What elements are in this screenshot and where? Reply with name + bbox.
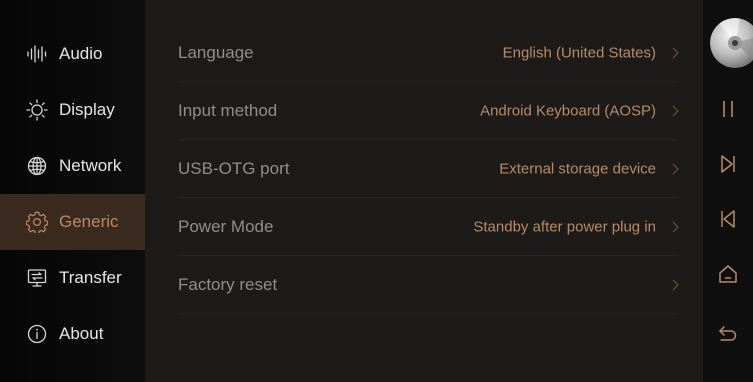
chevron-right-icon (672, 279, 679, 291)
album-disc-icon[interactable] (710, 18, 753, 68)
row-label: Language (178, 43, 254, 62)
sidebar-item-about[interactable]: About (0, 306, 145, 362)
settings-row-power-mode[interactable]: Power Mode Standby after power plug in (145, 198, 703, 256)
next-track-button[interactable] (713, 149, 743, 179)
row-label: Factory reset (178, 275, 278, 294)
sidebar-item-label: Network (59, 156, 122, 175)
chevron-right-icon (672, 221, 679, 233)
settings-row-factory-reset[interactable]: Factory reset (145, 256, 703, 314)
chevron-right-icon (672, 163, 679, 175)
next-track-icon (721, 155, 735, 173)
sidebar-item-network[interactable]: Network (0, 138, 145, 194)
sidebar-item-label: About (59, 324, 104, 343)
chevron-right-icon (672, 105, 679, 117)
settings-row-language[interactable]: Language English (United States) (145, 24, 703, 82)
sidebar-item-label: Audio (59, 44, 103, 63)
chevron-right-icon (672, 47, 679, 59)
previous-track-button[interactable] (713, 204, 743, 234)
row-label: USB-OTG port (178, 159, 290, 178)
row-value: English (United States) (502, 44, 656, 62)
back-button[interactable] (713, 319, 743, 349)
settings-list: Language English (United States) Input m… (145, 0, 703, 382)
home-button[interactable] (713, 259, 743, 289)
pause-button[interactable] (713, 94, 743, 124)
sidebar-item-label: Transfer (59, 268, 122, 287)
transfer-icon (26, 267, 48, 289)
row-label: Power Mode (178, 217, 274, 236)
row-label: Input method (178, 101, 278, 120)
sidebar-item-transfer[interactable]: Transfer (0, 250, 145, 306)
pause-icon (723, 101, 733, 117)
settings-row-input-method[interactable]: Input method Android Keyboard (AOSP) (145, 82, 703, 140)
info-icon (26, 323, 48, 345)
row-value: Standby after power plug in (473, 218, 656, 236)
gear-icon (26, 211, 48, 233)
previous-track-icon (721, 210, 735, 228)
row-value: External storage device (499, 160, 656, 178)
sidebar-item-label: Display (59, 100, 115, 119)
brightness-sun-icon (26, 99, 48, 121)
sidebar-item-display[interactable]: Display (0, 82, 145, 138)
sidebar-item-generic[interactable]: Generic (0, 194, 145, 250)
sidebar-item-audio[interactable]: Audio (0, 26, 145, 82)
sidebar: Audio Display Network Generic Transfer A… (0, 0, 145, 382)
audio-wave-icon (26, 43, 48, 65)
globe-icon (26, 155, 48, 177)
row-value: Android Keyboard (AOSP) (480, 102, 656, 120)
sidebar-item-label: Generic (59, 212, 119, 231)
settings-row-usb-otg[interactable]: USB-OTG port External storage device (145, 140, 703, 198)
row-divider (178, 313, 678, 314)
player-control-bar (703, 0, 753, 382)
home-icon (719, 265, 737, 283)
settings-screen: Audio Display Network Generic Transfer A… (0, 0, 753, 382)
back-icon (719, 326, 737, 341)
